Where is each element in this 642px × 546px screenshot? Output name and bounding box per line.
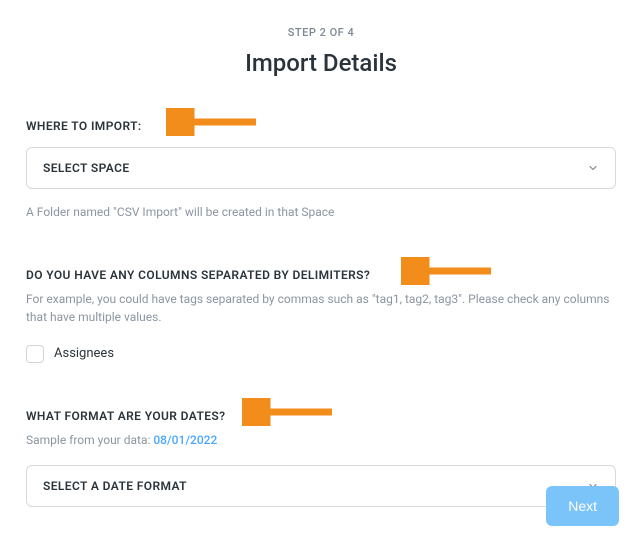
select-date-format-dropdown[interactable]: SELECT A DATE FORMAT xyxy=(26,465,616,507)
next-button[interactable]: Next xyxy=(546,486,619,526)
section-where-to-import: WHERE TO IMPORT: SELECT SPACE A Folder n… xyxy=(26,119,616,222)
section-delimiters: DO YOU HAVE ANY COLUMNS SEPARATED BY DEL… xyxy=(26,268,616,363)
where-to-import-hint: A Folder named "CSV Import" will be crea… xyxy=(26,203,616,222)
date-sample-value: 08/01/2022 xyxy=(153,433,217,447)
delimiters-label: DO YOU HAVE ANY COLUMNS SEPARATED BY DEL… xyxy=(26,268,616,282)
assignees-checkbox-label: Assignees xyxy=(54,346,114,361)
step-indicator: STEP 2 OF 4 xyxy=(26,26,616,39)
select-space-value: SELECT SPACE xyxy=(43,161,130,175)
select-space-dropdown[interactable]: SELECT SPACE xyxy=(26,147,616,189)
assignees-checkbox[interactable] xyxy=(26,345,44,363)
section-date-format: WHAT FORMAT ARE YOUR DATES? Sample from … xyxy=(26,409,616,507)
page-title: Import Details xyxy=(26,49,616,77)
where-to-import-label: WHERE TO IMPORT: xyxy=(26,119,616,133)
date-sample-line: Sample from your data: 08/01/2022 xyxy=(26,433,616,447)
select-date-format-value: SELECT A DATE FORMAT xyxy=(43,479,187,493)
date-format-label: WHAT FORMAT ARE YOUR DATES? xyxy=(26,409,616,423)
chevron-down-icon xyxy=(587,162,599,174)
delimiters-hint: For example, you could have tags separat… xyxy=(26,290,616,327)
date-sample-prefix: Sample from your data: xyxy=(26,433,153,447)
assignees-checkbox-row: Assignees xyxy=(26,345,616,363)
